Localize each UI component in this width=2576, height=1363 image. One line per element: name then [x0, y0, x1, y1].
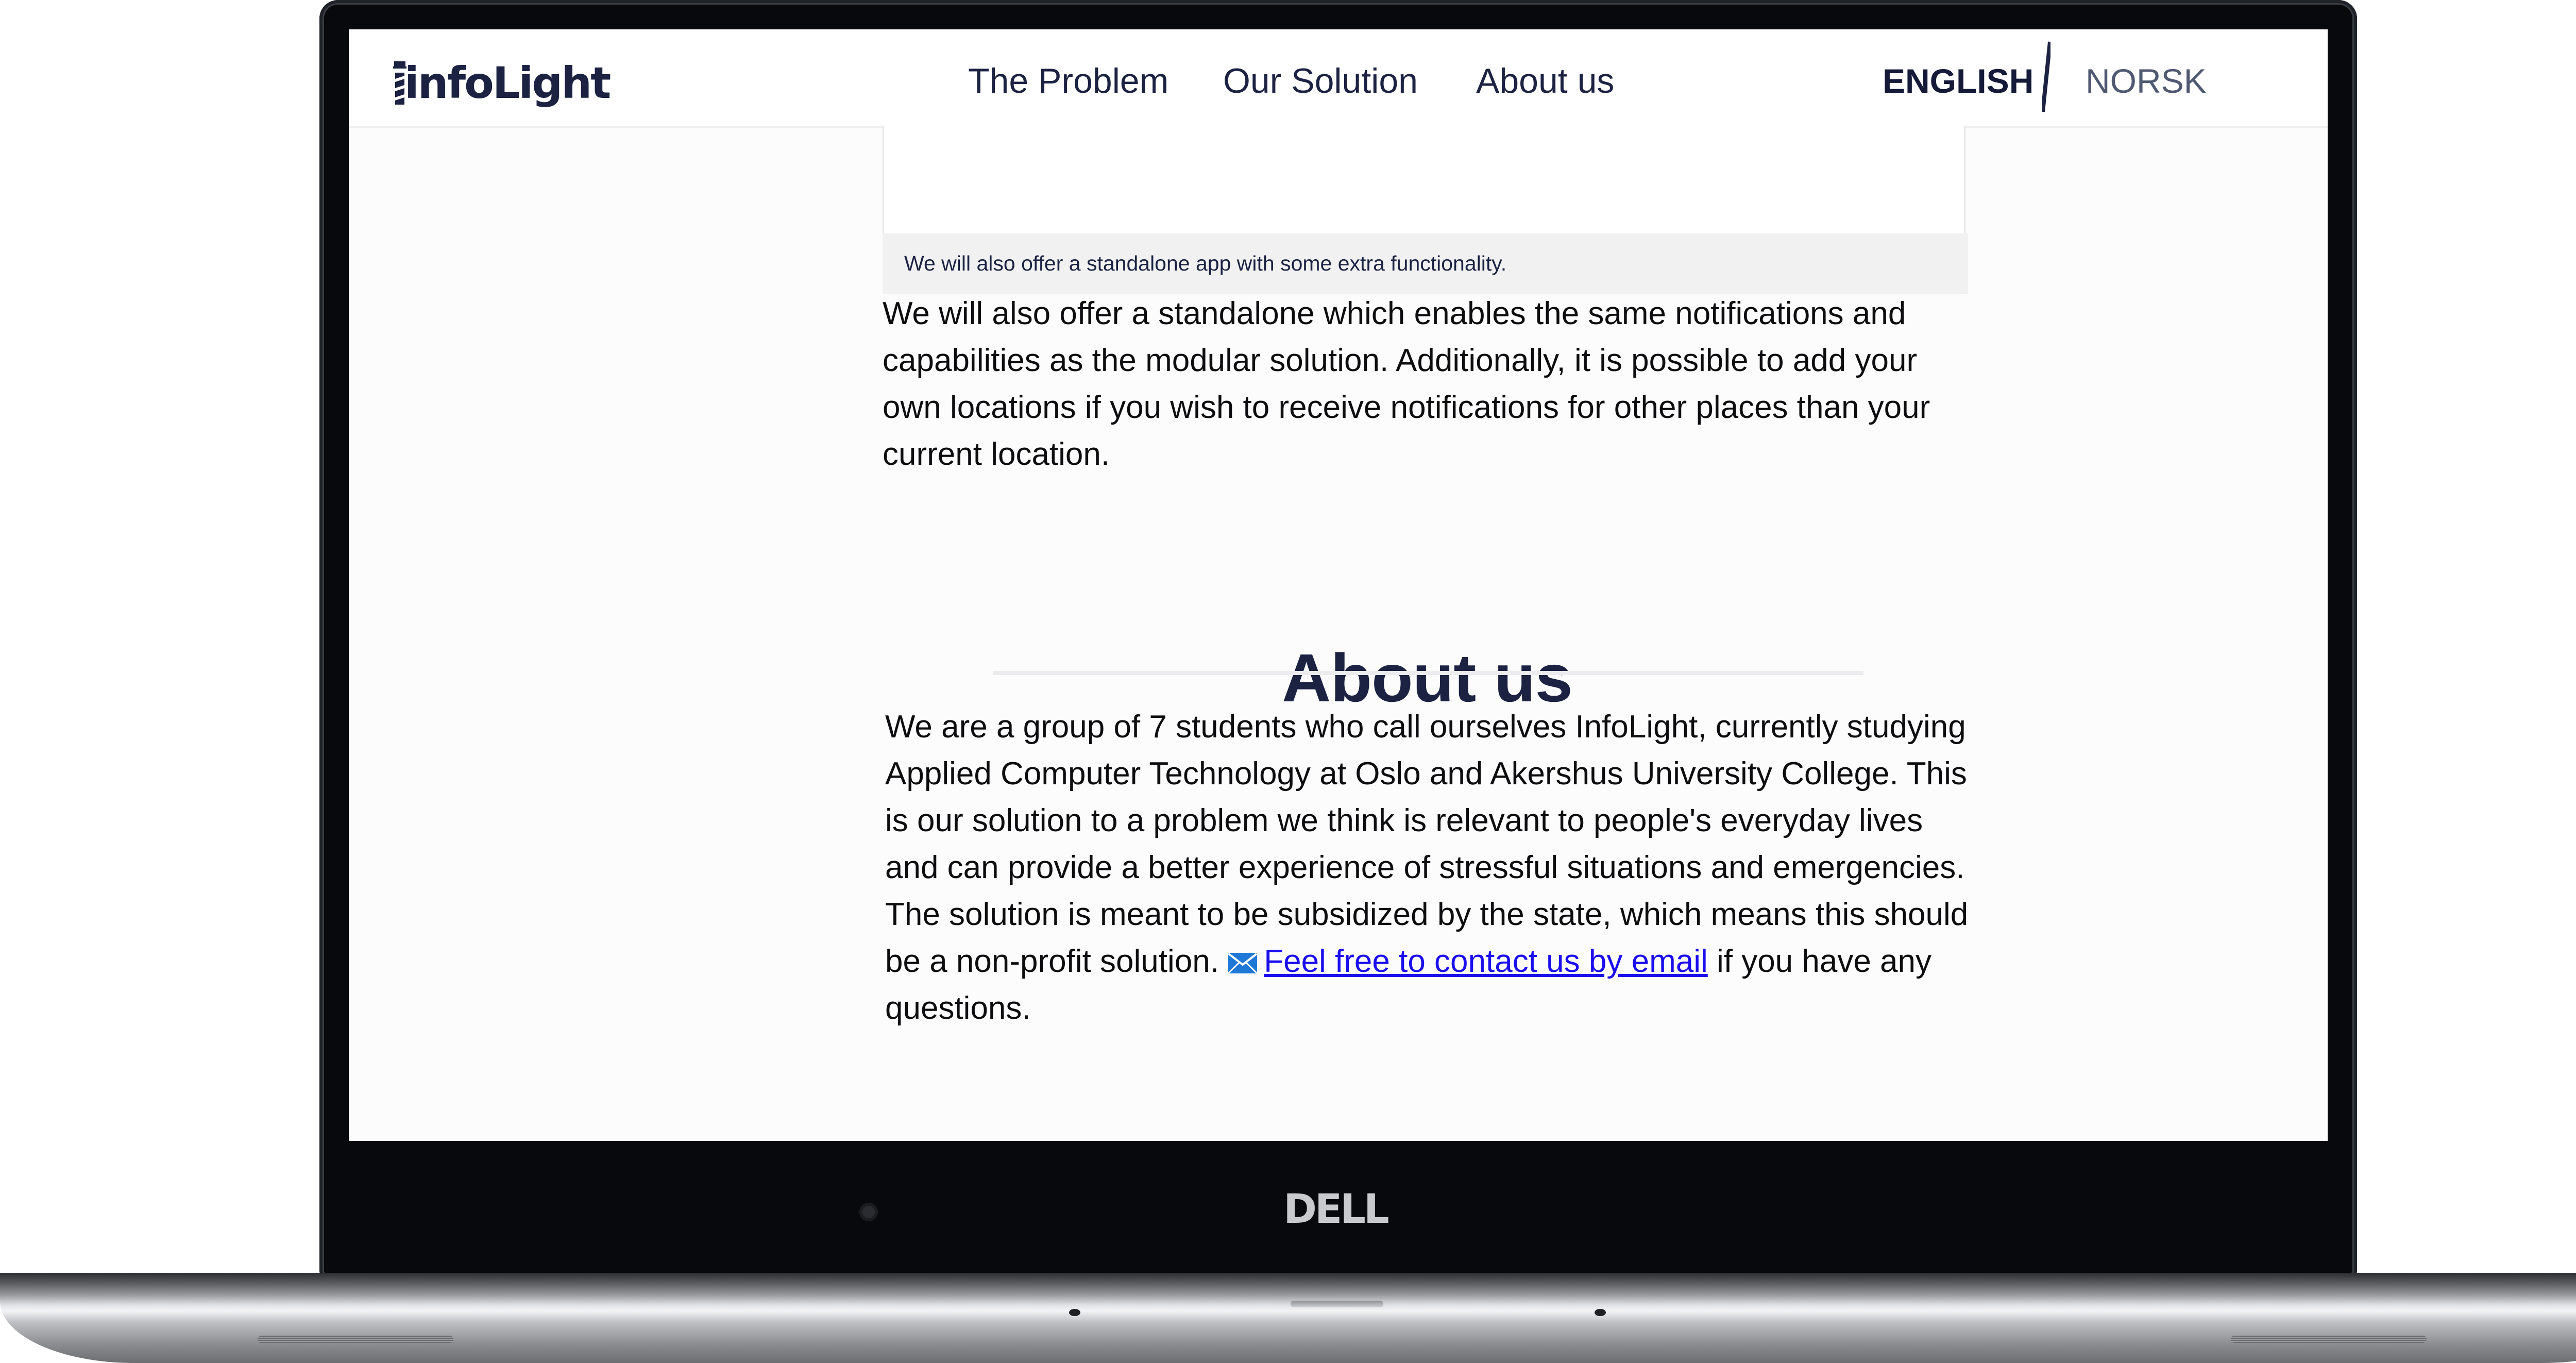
language-norwegian[interactable]: NORSK — [2086, 55, 2207, 107]
laptop-base — [0, 1273, 2576, 1363]
browser-viewport: infoLight The Problem Our Solution About… — [349, 29, 2328, 1141]
webcam — [859, 1203, 878, 1221]
nav-item-about-us[interactable]: About us — [1476, 55, 1614, 107]
site-header: infoLight The Problem Our Solution About… — [349, 29, 2328, 128]
hinge-foot-left — [1069, 1309, 1080, 1316]
speaker-grille-left — [258, 1336, 453, 1343]
heading-underline — [993, 671, 1863, 675]
about-text: We are a group of 7 students who call ou… — [885, 709, 1969, 979]
mail-icon — [1228, 953, 1258, 974]
nav-item-our-solution[interactable]: Our Solution — [1223, 55, 1418, 107]
nav-item-the-problem[interactable]: The Problem — [968, 55, 1168, 107]
language-divider — [2042, 41, 2050, 112]
contact-email-link[interactable]: Feel free to contact us by email — [1264, 944, 1708, 979]
speaker-grille-right — [2231, 1336, 2427, 1343]
solution-paragraph: We will also offer a standalone which en… — [883, 296, 1930, 472]
figure-caption: We will also offer a standalone app with… — [883, 233, 1968, 294]
about-paragraph: We are a group of 7 students who call ou… — [885, 703, 1982, 1032]
language-english[interactable]: ENGLISH — [1883, 55, 2033, 107]
app-figure: We will also offer a standalone app with… — [883, 126, 1968, 294]
figure-image — [883, 126, 1965, 233]
device-stage: infoLight The Problem Our Solution About… — [0, 0, 2576, 1363]
logo-text: infoLight — [404, 58, 611, 108]
svg-text:DELL: DELL — [1283, 1187, 1388, 1233]
hinge-foot-right — [1595, 1309, 1606, 1316]
hinge-notch — [1291, 1301, 1383, 1307]
dell-logo: DELL — [1283, 1187, 1391, 1233]
